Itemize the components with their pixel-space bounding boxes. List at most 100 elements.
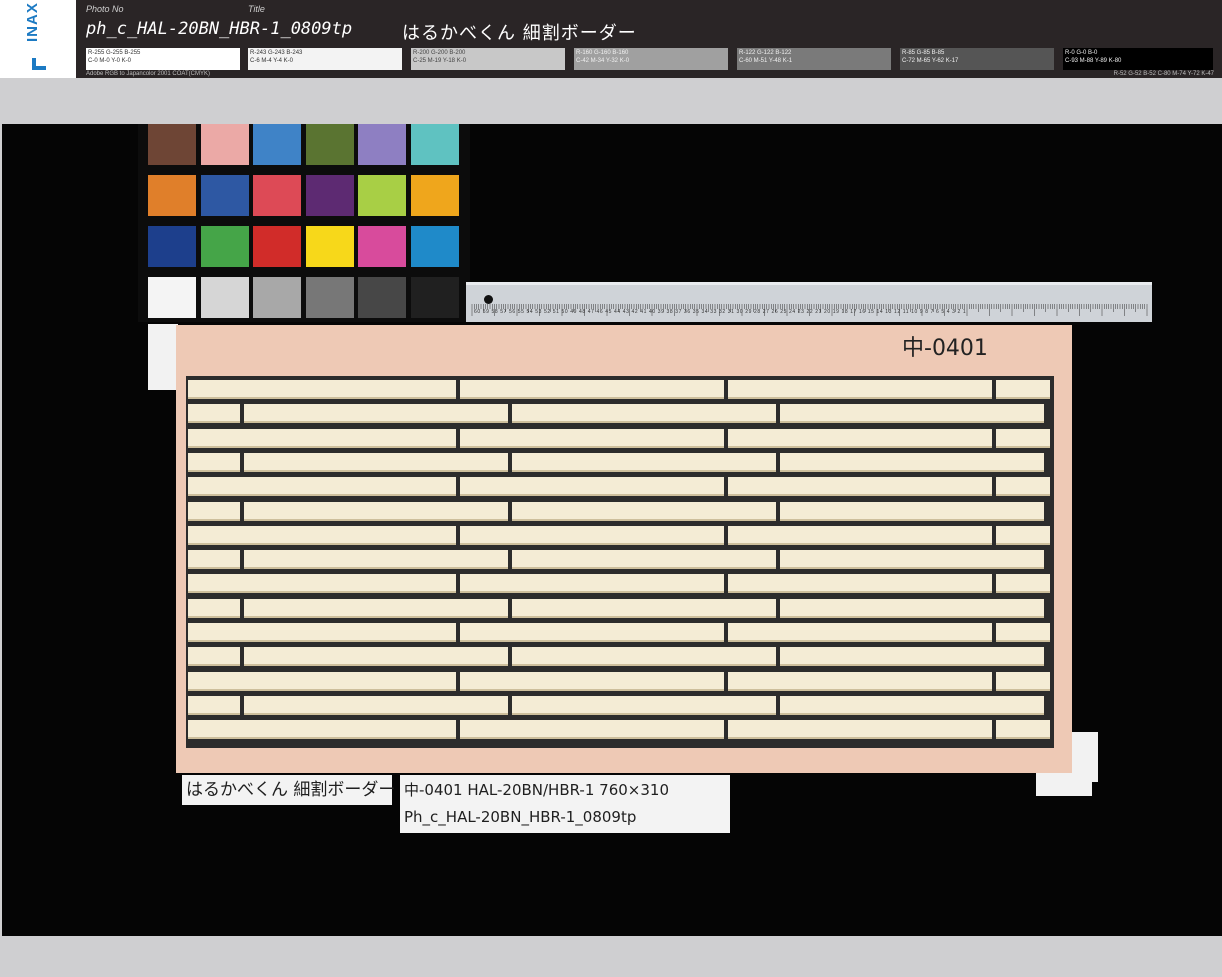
border-tile bbox=[728, 380, 992, 399]
border-tile bbox=[460, 574, 724, 594]
color-patch bbox=[200, 277, 249, 318]
border-tile bbox=[780, 550, 1044, 570]
border-tile bbox=[188, 671, 456, 691]
inax-logo: INAX bbox=[24, 2, 41, 42]
color-patch bbox=[305, 124, 354, 165]
border-tile bbox=[728, 574, 992, 594]
product-code-line2: Ph_c_HAL-20BN_HBR-1_0809tp bbox=[404, 808, 637, 826]
border-tile bbox=[244, 695, 508, 715]
gray-swatch: R-200 G-200 B-200 C-25 M-19 Y-18 K-0 bbox=[411, 48, 565, 70]
color-patch bbox=[410, 175, 459, 216]
white-card bbox=[1036, 770, 1092, 796]
white-card bbox=[148, 324, 178, 390]
border-tile bbox=[188, 720, 456, 740]
color-profile-note: Adobe RGB to Japancolor 2001 COAT(CMYK) bbox=[86, 71, 210, 77]
border-tile bbox=[996, 477, 1050, 497]
border-tile bbox=[512, 550, 776, 570]
color-patch bbox=[305, 226, 354, 267]
border-tile bbox=[996, 525, 1050, 545]
product-code-label: 中-0401 HAL-20BN/HBR-1 760×310 Ph_c_HAL-2… bbox=[400, 775, 730, 833]
border-tile bbox=[244, 647, 508, 667]
swatch-values: R-200 G-200 B-200 C-25 M-19 Y-18 K-0 bbox=[413, 50, 467, 64]
border-tile bbox=[244, 550, 508, 570]
border-tile bbox=[460, 671, 724, 691]
ruler-numbers: 60 59 58 57 56 55 54 53 52 51 50 49 48 4… bbox=[474, 309, 967, 315]
border-tile bbox=[512, 501, 776, 521]
header-bar: INAX Photo No ph_c_HAL-20BN_HBR-1_0809tp… bbox=[0, 0, 1222, 78]
border-tile bbox=[780, 452, 1044, 472]
color-patch bbox=[253, 277, 301, 318]
border-tile bbox=[188, 477, 456, 497]
color-patch bbox=[410, 124, 459, 165]
ruler-hole-icon bbox=[484, 295, 493, 304]
border-tile bbox=[512, 404, 776, 424]
color-patch bbox=[305, 175, 354, 216]
border-tile bbox=[996, 671, 1050, 691]
border-tile bbox=[244, 404, 508, 424]
border-tile bbox=[188, 598, 240, 618]
border-tile bbox=[728, 525, 992, 545]
gray-swatch: R-0 G-0 B-0 C-93 M-88 Y-89 K-80 bbox=[1063, 48, 1213, 70]
product-name-label: はるかべくん 細割ボーダー bbox=[182, 775, 395, 805]
metal-ruler: 60 59 58 57 56 55 54 53 52 51 50 49 48 4… bbox=[466, 282, 1152, 322]
color-patch bbox=[200, 226, 249, 267]
gray-swatch: R-160 G-160 B-160 C-42 M-34 Y-32 K-0 bbox=[574, 48, 728, 70]
border-tile bbox=[188, 452, 240, 472]
board-sample-code: 中-0401 bbox=[902, 336, 988, 361]
border-tile bbox=[188, 623, 456, 642]
photo-no-label: Photo No bbox=[86, 4, 124, 14]
photo-no-value: ph_c_HAL-20BN_HBR-1_0809tp bbox=[86, 19, 353, 39]
border-tile bbox=[512, 598, 776, 618]
border-tile bbox=[996, 428, 1050, 448]
border-tile bbox=[512, 452, 776, 472]
border-tile bbox=[188, 525, 456, 545]
logo-area: INAX bbox=[0, 0, 76, 78]
color-patch bbox=[253, 175, 301, 216]
border-tile bbox=[460, 380, 724, 399]
title-value: はるかべくん 細割ボーダー bbox=[402, 23, 637, 44]
color-patch bbox=[358, 226, 406, 267]
border-tile bbox=[188, 380, 456, 399]
color-patch bbox=[148, 175, 196, 216]
product-code-line1: 中-0401 HAL-20BN/HBR-1 760×310 bbox=[404, 781, 669, 799]
border-tile bbox=[188, 428, 456, 448]
border-tile bbox=[460, 720, 724, 740]
border-tile bbox=[728, 720, 992, 740]
border-tile bbox=[460, 525, 724, 545]
color-patch bbox=[200, 124, 249, 165]
border-tile bbox=[188, 550, 240, 570]
title-label: Title bbox=[248, 4, 265, 14]
color-patch bbox=[200, 175, 249, 216]
gray-swatch: R-243 G-243 B-243 C-6 M-4 Y-4 K-0 bbox=[248, 48, 402, 70]
swatch-values: R-243 G-243 B-243 C-6 M-4 Y-4 K-0 bbox=[250, 50, 303, 64]
border-tile bbox=[188, 695, 240, 715]
border-tile bbox=[188, 574, 456, 594]
border-tile bbox=[512, 647, 776, 667]
border-tile bbox=[244, 501, 508, 521]
color-patch bbox=[358, 175, 406, 216]
color-value-note: R-52 G-52 B-52 C-80 M-74 Y-72 K-47 bbox=[1113, 71, 1214, 77]
color-patch bbox=[148, 226, 196, 267]
color-patch bbox=[305, 277, 354, 318]
swatch-values: R-122 G-122 B-122 C-60 M-51 Y-48 K-1 bbox=[739, 50, 793, 64]
swatch-values: R-255 G-255 B-255 C-0 M-0 Y-0 K-0 bbox=[88, 50, 141, 64]
border-tile bbox=[244, 598, 508, 618]
border-tile bbox=[728, 428, 992, 448]
border-tile bbox=[460, 477, 724, 497]
color-patch bbox=[410, 226, 459, 267]
border-tile bbox=[460, 623, 724, 642]
border-tile bbox=[780, 501, 1044, 521]
border-tile bbox=[188, 647, 240, 667]
border-tile bbox=[780, 647, 1044, 667]
gray-swatch: R-122 G-122 B-122 C-60 M-51 Y-48 K-1 bbox=[737, 48, 891, 70]
border-tile bbox=[996, 720, 1050, 740]
gray-swatch: R-85 G-85 B-85 C-72 M-65 Y-62 K-17 bbox=[900, 48, 1054, 70]
border-tile bbox=[512, 695, 776, 715]
border-tile bbox=[728, 671, 992, 691]
swatch-values: R-160 G-160 B-160 C-42 M-34 Y-32 K-0 bbox=[576, 50, 630, 64]
border-tile bbox=[780, 598, 1044, 618]
color-patch bbox=[148, 277, 196, 318]
color-patch bbox=[410, 277, 459, 318]
sample-photo: 中-0401 60 59 58 57 56 55 54 53 52 51 50 … bbox=[2, 124, 1222, 936]
border-tile bbox=[728, 623, 992, 642]
